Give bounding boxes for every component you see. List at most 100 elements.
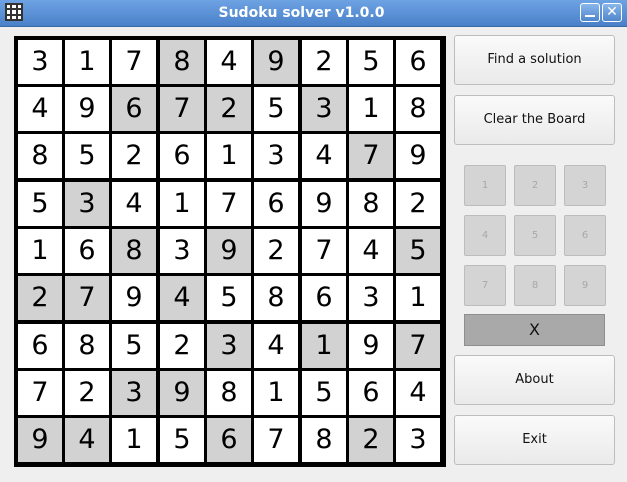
- board-cell[interactable]: 1: [65, 40, 109, 84]
- board-cell[interactable]: 2: [18, 276, 62, 320]
- board-cell[interactable]: 8: [254, 276, 298, 320]
- board-cell[interactable]: 5: [349, 40, 393, 84]
- board-cell[interactable]: 9: [207, 229, 251, 273]
- board-cell[interactable]: 9: [65, 87, 109, 131]
- board-cell[interactable]: 4: [396, 371, 440, 415]
- board-cell[interactable]: 2: [112, 134, 156, 178]
- board-cell[interactable]: 2: [160, 324, 204, 368]
- board-cell[interactable]: 7: [112, 40, 156, 84]
- board-cell[interactable]: 4: [349, 229, 393, 273]
- board-cell[interactable]: 8: [65, 324, 109, 368]
- board-cell[interactable]: 3: [254, 134, 298, 178]
- board-cell[interactable]: 3: [302, 87, 346, 131]
- numpad-button[interactable]: 5: [514, 215, 556, 256]
- board-cell[interactable]: 1: [160, 182, 204, 226]
- minimize-button[interactable]: [580, 3, 600, 22]
- exit-button[interactable]: Exit: [454, 415, 615, 465]
- board-cell[interactable]: 2: [65, 371, 109, 415]
- board-cell[interactable]: 9: [112, 276, 156, 320]
- board-cell[interactable]: 1: [302, 324, 346, 368]
- board-cell[interactable]: 9: [160, 371, 204, 415]
- board-cell[interactable]: 9: [396, 134, 440, 178]
- board-cell[interactable]: 1: [112, 418, 156, 462]
- numpad-button[interactable]: 6: [564, 215, 606, 256]
- board-cell[interactable]: 7: [396, 324, 440, 368]
- board-cell[interactable]: 7: [18, 371, 62, 415]
- board-cell[interactable]: 3: [207, 324, 251, 368]
- board-cell[interactable]: 3: [160, 229, 204, 273]
- board-cell[interactable]: 2: [302, 40, 346, 84]
- board-cell[interactable]: 7: [160, 87, 204, 131]
- board-cell[interactable]: 6: [207, 418, 251, 462]
- board-cell[interactable]: 5: [254, 87, 298, 131]
- board-cell[interactable]: 1: [207, 134, 251, 178]
- board-cell[interactable]: 1: [396, 276, 440, 320]
- board-cell[interactable]: 5: [18, 182, 62, 226]
- board-cell[interactable]: 5: [396, 229, 440, 273]
- board-cell[interactable]: 7: [65, 276, 109, 320]
- board-cell[interactable]: 6: [302, 276, 346, 320]
- board-cell[interactable]: 9: [302, 182, 346, 226]
- numpad-button[interactable]: 8: [514, 265, 556, 306]
- board-cell[interactable]: 4: [65, 418, 109, 462]
- board-cell[interactable]: 5: [160, 418, 204, 462]
- board-cell[interactable]: 9: [349, 324, 393, 368]
- clear-cell-button[interactable]: X: [464, 314, 605, 346]
- board-cell[interactable]: 7: [207, 182, 251, 226]
- board-cell[interactable]: 2: [396, 182, 440, 226]
- clear-board-button[interactable]: Clear the Board: [454, 95, 615, 145]
- board-cell[interactable]: 8: [349, 182, 393, 226]
- board-cell[interactable]: 4: [160, 276, 204, 320]
- board-cell[interactable]: 5: [65, 134, 109, 178]
- board-cell[interactable]: 4: [207, 40, 251, 84]
- board-cell[interactable]: 4: [112, 182, 156, 226]
- board-cell[interactable]: 6: [160, 134, 204, 178]
- board-cell[interactable]: 2: [207, 87, 251, 131]
- board-cell[interactable]: 6: [65, 229, 109, 273]
- board-cell[interactable]: 6: [396, 40, 440, 84]
- board-cell[interactable]: 2: [254, 229, 298, 273]
- title-bar[interactable]: Sudoku solver v1.0.0 ✕: [0, 0, 627, 27]
- board-cell[interactable]: 7: [302, 229, 346, 273]
- board-cell[interactable]: 8: [18, 134, 62, 178]
- board-cell[interactable]: 1: [349, 87, 393, 131]
- board-cell[interactable]: 3: [18, 40, 62, 84]
- board-cell[interactable]: 6: [112, 87, 156, 131]
- board-cell[interactable]: 4: [302, 134, 346, 178]
- board-cell[interactable]: 8: [302, 418, 346, 462]
- board-cell[interactable]: 9: [18, 418, 62, 462]
- close-icon: ✕: [606, 4, 618, 20]
- board-cell[interactable]: 6: [254, 182, 298, 226]
- board-cell[interactable]: 6: [18, 324, 62, 368]
- numpad-button[interactable]: 2: [514, 165, 556, 206]
- board-cell[interactable]: 7: [349, 134, 393, 178]
- board-cell[interactable]: 8: [112, 229, 156, 273]
- numpad-button[interactable]: 9: [564, 265, 606, 306]
- board-cell[interactable]: 3: [396, 418, 440, 462]
- board-cell[interactable]: 8: [207, 371, 251, 415]
- board-cell[interactable]: 9: [254, 40, 298, 84]
- numpad-button[interactable]: 3: [564, 165, 606, 206]
- board-cell[interactable]: 5: [207, 276, 251, 320]
- board-cell[interactable]: 3: [65, 182, 109, 226]
- board-cell[interactable]: 3: [349, 276, 393, 320]
- board-cell[interactable]: 1: [18, 229, 62, 273]
- board-cell[interactable]: 7: [254, 418, 298, 462]
- board-cell[interactable]: 1: [254, 371, 298, 415]
- board-cell[interactable]: 6: [349, 371, 393, 415]
- numpad-button[interactable]: 1: [464, 165, 506, 206]
- numpad-button[interactable]: 7: [464, 265, 506, 306]
- numpad-button[interactable]: 4: [464, 215, 506, 256]
- about-button[interactable]: About: [454, 355, 615, 405]
- board-cell[interactable]: 2: [349, 418, 393, 462]
- board-cell[interactable]: 8: [160, 40, 204, 84]
- find-solution-button[interactable]: Find a solution: [454, 35, 615, 85]
- board-cell[interactable]: 8: [396, 87, 440, 131]
- board-cell[interactable]: 4: [254, 324, 298, 368]
- board-cell[interactable]: 5: [302, 371, 346, 415]
- minimize-icon: [585, 15, 595, 17]
- close-button[interactable]: ✕: [602, 3, 622, 22]
- board-cell[interactable]: 3: [112, 371, 156, 415]
- board-cell[interactable]: 4: [18, 87, 62, 131]
- board-cell[interactable]: 5: [112, 324, 156, 368]
